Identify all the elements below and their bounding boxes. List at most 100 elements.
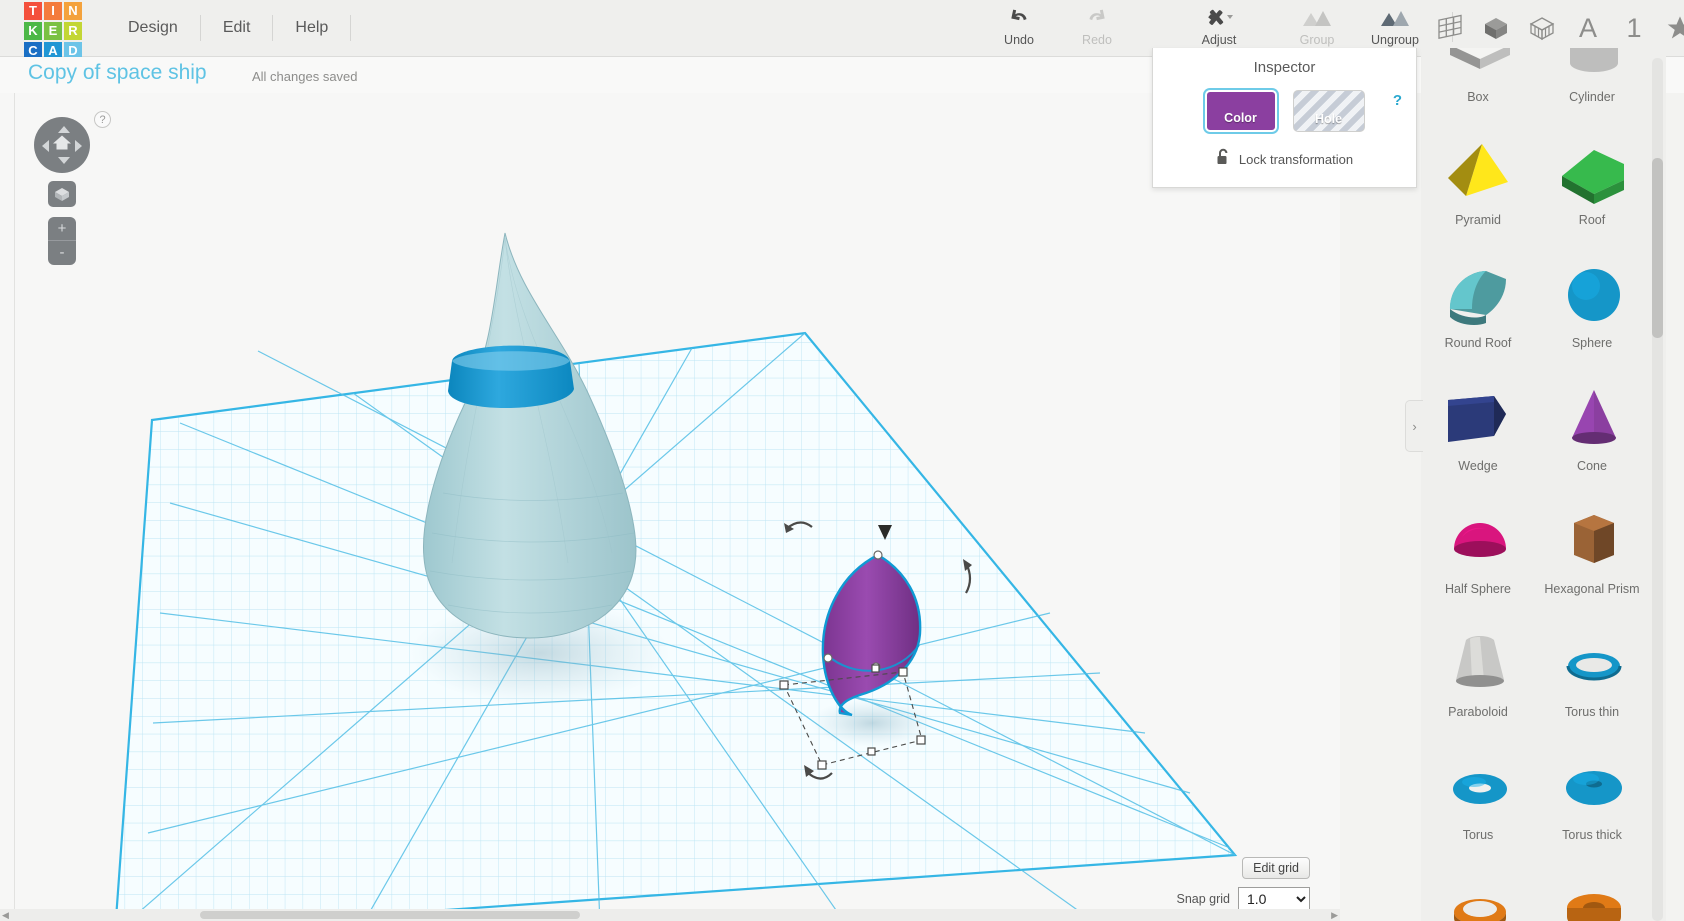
lock-transformation-row[interactable]: Lock transformation — [1153, 148, 1416, 171]
logo-tile-k: K — [24, 22, 42, 40]
nav-down-arrow-icon[interactable] — [58, 157, 70, 164]
tinkercad-logo[interactable]: TINKERCAD — [24, 2, 84, 62]
wireframe-cube-icon[interactable] — [1522, 6, 1562, 50]
shape-thumbnail-icon — [1436, 502, 1520, 580]
shape-row: Box Cylinder — [1421, 48, 1649, 123]
shape-row: Torus Torus thick — [1421, 738, 1649, 861]
shape-thumbnail-icon — [1550, 748, 1634, 826]
page-title[interactable]: Copy of space ship — [28, 61, 207, 85]
nav-right-arrow-icon[interactable] — [75, 140, 82, 152]
shape-label: Torus — [1462, 828, 1494, 842]
lock-open-icon — [1216, 148, 1231, 171]
adjust-icon — [1204, 7, 1234, 29]
shape-row: Wedge Cone — [1421, 369, 1649, 492]
undo-icon — [1007, 7, 1031, 29]
shape-label: Roof — [1578, 213, 1606, 227]
shape-item-hexagonal-prism[interactable]: Hexagonal Prism — [1535, 492, 1649, 615]
navigation-help-icon[interactable]: ? — [94, 111, 111, 128]
teardrop-body — [423, 232, 637, 639]
favorites-star-icon[interactable] — [1660, 6, 1684, 50]
snap-grid-control: Snap grid 0.10.250.51.02.05.010.0 — [1176, 887, 1310, 911]
redo-button[interactable]: Redo — [1058, 0, 1136, 56]
color-swatch-label: Color — [1224, 111, 1257, 125]
shape-item-torus-thin[interactable]: Torus thin — [1535, 615, 1649, 738]
scroll-left-arrow-icon[interactable]: ◀ — [2, 910, 9, 921]
text-tool-icon[interactable]: A — [1568, 6, 1608, 50]
edit-grid-button[interactable]: Edit grid — [1242, 857, 1310, 879]
fit-to-view-button[interactable] — [48, 181, 76, 207]
menu-item-edit[interactable]: Edit — [201, 0, 273, 56]
logo-tile-i: I — [44, 2, 62, 20]
group-icon — [1301, 7, 1333, 29]
shape-item-half-sphere[interactable]: Half Sphere — [1421, 492, 1535, 615]
shape-item-wedge[interactable]: Wedge — [1421, 369, 1535, 492]
text-tool-glyph: A — [1578, 12, 1597, 43]
shape-thumbnail-icon — [1436, 256, 1520, 334]
logo-tile-t: T — [24, 2, 42, 20]
nav-left-arrow-icon[interactable] — [42, 140, 49, 152]
hole-swatch-button[interactable]: Hole — [1292, 90, 1365, 132]
undo-button[interactable]: Undo — [980, 0, 1058, 56]
zoom-out-button[interactable]: - — [48, 241, 76, 265]
logo-tile-e: E — [44, 22, 62, 40]
shape-item-torus[interactable]: Torus — [1421, 738, 1535, 861]
inspector-panel: Inspector Color Hole ? Lock transformati… — [1152, 48, 1417, 188]
shape-label: Box — [1467, 90, 1489, 104]
shape-label: Cone — [1577, 459, 1607, 473]
ungroup-label: Ungroup — [1371, 33, 1419, 47]
scroll-right-arrow-icon[interactable]: ▶ — [1331, 910, 1338, 921]
shape-thumbnail-icon — [1550, 871, 1634, 921]
redo-label: Redo — [1082, 33, 1112, 47]
shape-label: Cylinder — [1569, 90, 1615, 104]
inspector-help-icon[interactable]: ? — [1393, 92, 1402, 109]
shape-thumbnail-icon — [1436, 133, 1520, 211]
shape-item-pyramid[interactable]: Pyramid — [1421, 123, 1535, 246]
menu-item-help[interactable]: Help — [273, 0, 350, 56]
panel-collapse-handle[interactable]: › — [1405, 400, 1423, 452]
shape-thumbnail-icon — [1550, 48, 1634, 88]
shape-item-round-roof[interactable]: Round Roof — [1421, 246, 1535, 369]
shape-thumbnail-icon — [1550, 256, 1634, 334]
canvas-scroll-thumb[interactable] — [200, 911, 580, 919]
shape-thumbnail-icon — [1436, 379, 1520, 457]
scene-3d[interactable] — [0, 93, 1340, 921]
canvas-left-border — [14, 93, 15, 921]
shape-item-paraboloid[interactable]: Paraboloid — [1421, 615, 1535, 738]
color-swatch-button[interactable]: Color — [1204, 90, 1277, 132]
shapes-panel-scrollbar[interactable] — [1652, 58, 1663, 921]
teardrop-ring — [448, 345, 574, 409]
shape-item-roof[interactable]: Roof — [1535, 123, 1649, 246]
shape-item-tube-thin[interactable]: Tube thin — [1421, 861, 1535, 921]
shape-label: Hexagonal Prism — [1544, 582, 1640, 596]
undo-label: Undo — [1004, 33, 1034, 47]
shape-row: Round Roof Sphere — [1421, 246, 1649, 369]
shape-item-tube[interactable]: Tube — [1535, 861, 1649, 921]
view-navigation-wheel[interactable] — [34, 117, 90, 173]
shape-row: Tube thin Tube — [1421, 861, 1649, 921]
shapes-panel-scroll-thumb[interactable] — [1652, 158, 1663, 338]
nav-up-arrow-icon[interactable] — [58, 126, 70, 133]
shape-item-box[interactable]: Box — [1421, 48, 1535, 123]
home-view-icon[interactable] — [52, 134, 72, 157]
menu-item-design[interactable]: Design — [106, 0, 200, 56]
shape-label: Round Roof — [1444, 336, 1512, 350]
number-tool-icon[interactable]: 1 — [1614, 6, 1654, 50]
shape-thumbnail-icon — [1550, 379, 1634, 457]
canvas-horizontal-scrollbar[interactable]: ◀ ▶ — [0, 909, 1340, 921]
adjust-label: Adjust — [1201, 33, 1237, 47]
zoom-in-button[interactable]: + — [48, 217, 76, 241]
shape-item-cylinder[interactable]: Cylinder — [1535, 48, 1649, 123]
logo-tile-r: R — [64, 22, 82, 40]
shape-item-torus-thick[interactable]: Torus thick — [1535, 738, 1649, 861]
number-tool-glyph: 1 — [1626, 12, 1642, 43]
shape-thumbnail-icon — [1550, 502, 1634, 580]
design-canvas[interactable]: ? + - Edit grid Snap grid 0.10.250.51.02… — [0, 93, 1340, 921]
snap-grid-select[interactable]: 0.10.250.51.02.05.010.0 — [1238, 887, 1310, 911]
shape-item-sphere[interactable]: Sphere — [1535, 246, 1649, 369]
snap-grid-label: Snap grid — [1176, 892, 1230, 906]
shape-item-cone[interactable]: Cone — [1535, 369, 1649, 492]
inspector-swatch-row: Color Hole — [1153, 90, 1416, 132]
zoom-controls: + - — [48, 217, 76, 265]
workplane-icon[interactable] — [1430, 6, 1470, 50]
solid-cube-icon[interactable] — [1476, 6, 1516, 50]
